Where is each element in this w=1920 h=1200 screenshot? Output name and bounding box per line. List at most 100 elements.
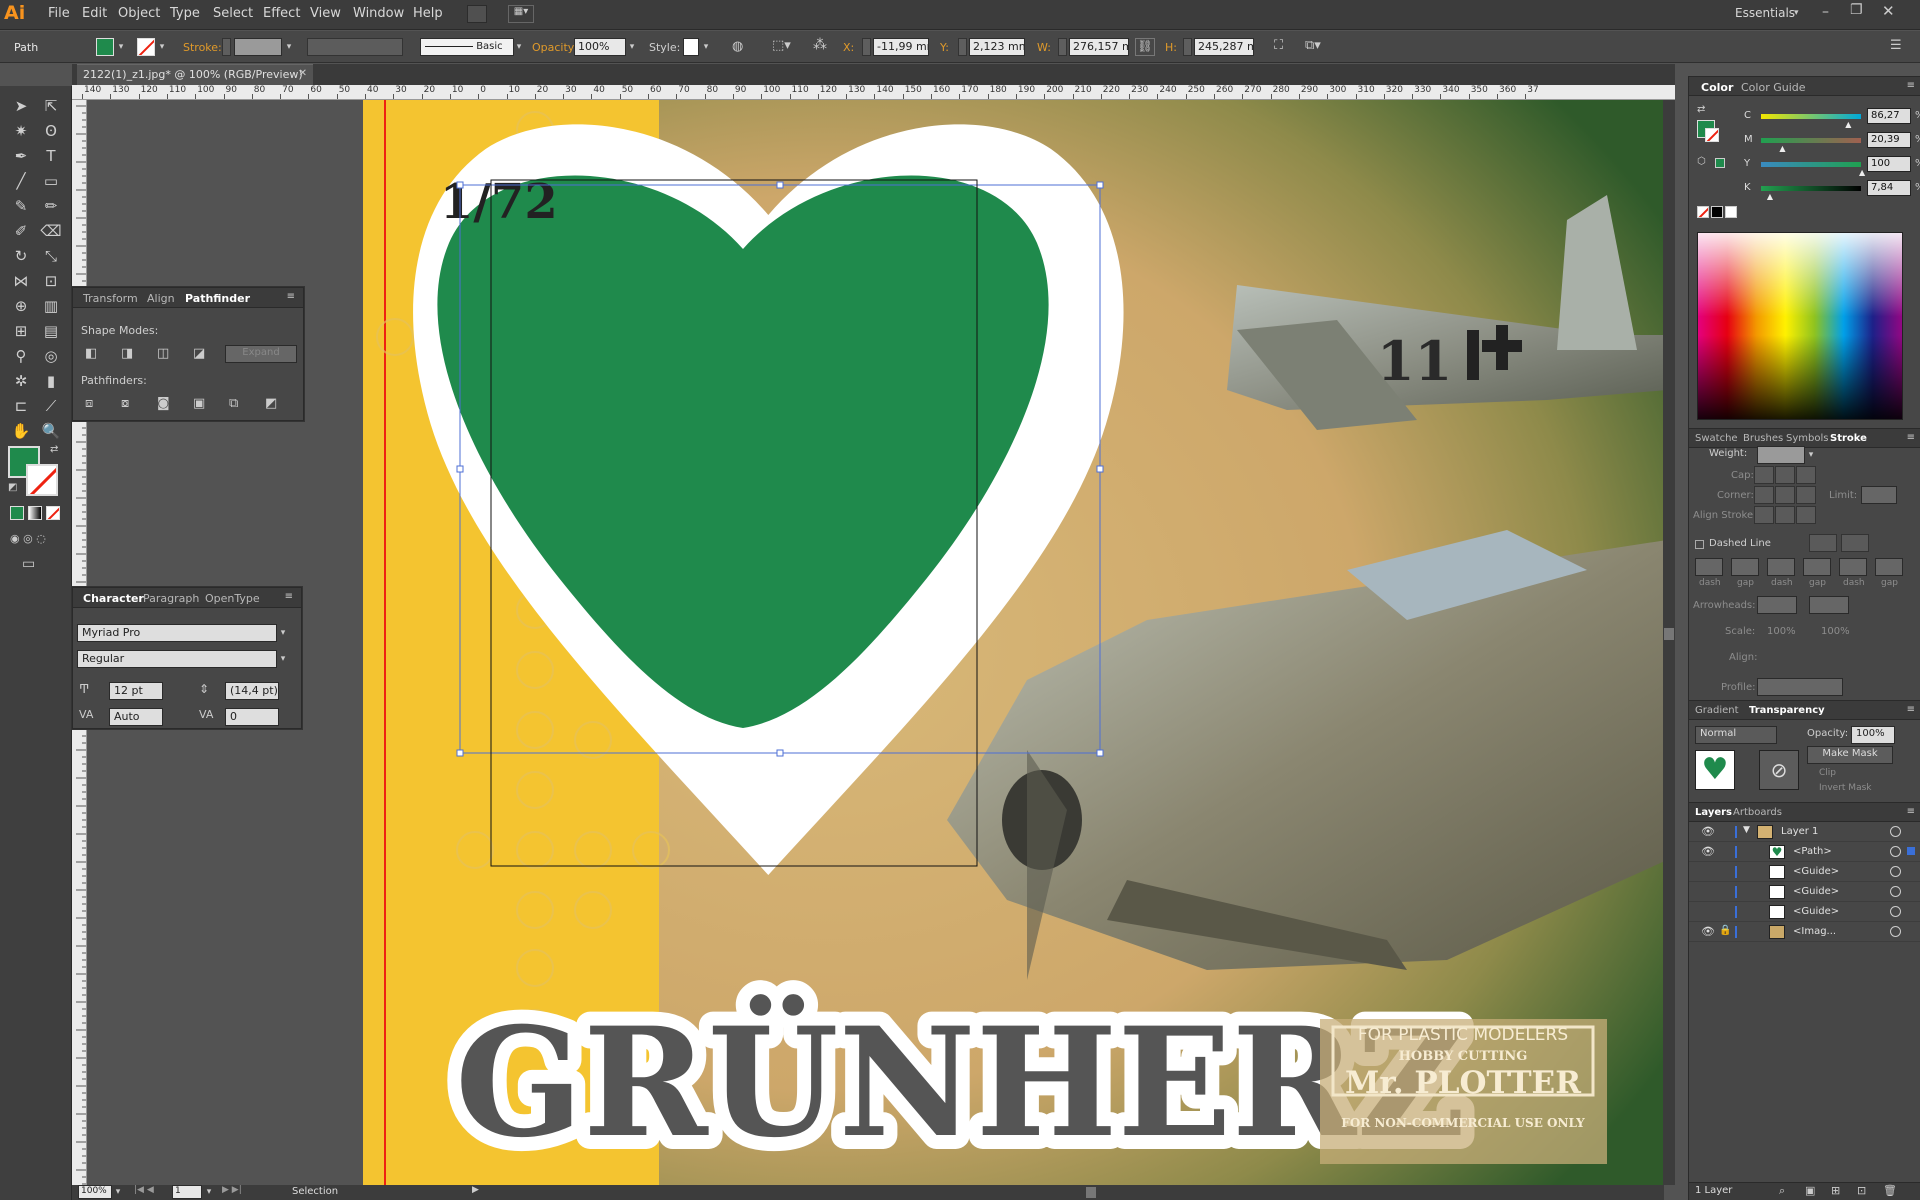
dashed-line-checkbox[interactable] <box>1695 540 1704 549</box>
horizontal-ruler[interactable]: 140 130 120 110 100 90 80 70 60 50 40 30 20 10 0 10 20 30… <box>72 85 1675 100</box>
dash-preserve-icon[interactable] <box>1809 534 1837 552</box>
h-stepper[interactable] <box>1183 38 1192 56</box>
none-mode-icon[interactable] <box>46 506 60 520</box>
font-family-field[interactable]: Myriad Pro <box>77 624 277 642</box>
bridge-icon[interactable] <box>467 5 487 23</box>
arrowhead-end[interactable] <box>1809 596 1849 614</box>
minus-front-icon[interactable]: ◨ <box>121 346 133 361</box>
status-menu-icon[interactable]: ▶ <box>472 1185 479 1195</box>
color-mode-icon[interactable] <box>10 506 24 520</box>
black-slider[interactable] <box>1761 186 1861 191</box>
brush-definition[interactable]: Basic <box>420 38 514 56</box>
make-clipping-mask-icon[interactable]: ▣ <box>1805 1184 1815 1197</box>
column-graph-icon[interactable]: ▮ <box>38 369 64 393</box>
layer-row[interactable]: <Guide> <box>1689 882 1920 902</box>
zoom-tool-icon[interactable]: 🔍 <box>38 419 64 443</box>
weight-field[interactable] <box>1757 446 1805 464</box>
menu-effect[interactable]: Effect <box>263 6 300 21</box>
y-stepper[interactable] <box>958 38 967 56</box>
close-icon[interactable]: ✕ <box>299 68 307 79</box>
eraser-icon[interactable]: ⌫ <box>38 219 64 243</box>
reference-point-icon[interactable]: ⁂ <box>813 37 827 53</box>
crop-icon[interactable]: ▣ <box>193 396 205 411</box>
workspace-switcher[interactable]: Essentials <box>1735 6 1795 20</box>
opacity-field[interactable]: 100% <box>1851 726 1895 744</box>
menu-file[interactable]: File <box>48 6 70 21</box>
arrange-documents-icon[interactable]: ▦▾ <box>508 5 534 23</box>
minus-back-icon[interactable]: ◩ <box>265 396 277 411</box>
target-icon[interactable] <box>1890 826 1901 837</box>
locate-object-icon[interactable]: ⌕ <box>1779 1184 1785 1198</box>
first-artboard-icon[interactable]: |◀ ◀ <box>134 1185 154 1195</box>
y-field[interactable]: 2,123 mm <box>969 38 1025 56</box>
screen-mode-icon[interactable]: ▭ <box>22 556 35 572</box>
chevron-down-icon[interactable]: ▾ <box>700 38 712 56</box>
gap-field-2[interactable] <box>1803 558 1831 576</box>
layer-name[interactable]: Layer 1 <box>1781 826 1818 837</box>
stroke-weight-stepper[interactable] <box>222 38 231 56</box>
divide-icon[interactable]: ⧈ <box>85 396 93 411</box>
type-tool-icon[interactable]: T <box>38 144 64 168</box>
menu-view[interactable]: View <box>310 6 341 21</box>
none-swatch[interactable] <box>1697 206 1709 218</box>
chevron-down-icon[interactable]: ▾ <box>277 650 289 668</box>
artboard-number-field[interactable]: 1 <box>172 1185 202 1199</box>
menu-select[interactable]: Select <box>213 6 253 21</box>
clip-label[interactable]: Clip <box>1819 768 1836 778</box>
layer-row[interactable]: <Guide> <box>1689 902 1920 922</box>
isolate-group-icon[interactable]: ⧉▾ <box>1305 38 1321 53</box>
minimize-icon[interactable]: – <box>1822 4 1829 20</box>
stroke-swatch[interactable] <box>137 38 155 56</box>
disclosure-triangle-icon[interactable]: ▼ <box>1743 825 1750 835</box>
close-icon[interactable]: ✕ <box>1882 2 1895 20</box>
chevron-down-icon[interactable]: ▾ <box>112 1183 124 1200</box>
chevron-down-icon[interactable]: ▾ <box>203 1183 215 1200</box>
layer-name[interactable]: <Imag... <box>1793 926 1836 937</box>
tracking-field[interactable]: 0 <box>225 708 279 726</box>
free-transform-icon[interactable]: ⊡ <box>38 269 64 293</box>
invert-mask-label[interactable]: Invert Mask <box>1819 783 1872 793</box>
make-mask-button[interactable]: Make Mask <box>1807 746 1893 764</box>
font-size-field[interactable]: 12 pt <box>109 682 163 700</box>
scale-value-2[interactable]: 100% <box>1821 626 1850 637</box>
mask-thumbnail-icon[interactable]: ⊘ <box>1759 750 1799 790</box>
default-fill-stroke-icon[interactable]: ◩ <box>8 482 17 493</box>
variable-width-profile[interactable] <box>307 38 403 56</box>
profile-field[interactable] <box>1757 678 1843 696</box>
kerning-field[interactable]: Auto <box>109 708 163 726</box>
scroll-thumb[interactable] <box>1664 628 1674 640</box>
gap-field-3[interactable] <box>1875 558 1903 576</box>
panel-menu-icon[interactable]: ≡ <box>1907 806 1915 817</box>
line-tool-icon[interactable]: ╱ <box>8 169 34 193</box>
out-of-gamut-icon[interactable]: ⬡ <box>1697 156 1706 167</box>
gradient-mode-icon[interactable] <box>28 506 42 520</box>
eye-icon[interactable]: 👁 <box>1701 925 1715 938</box>
rotate-tool-icon[interactable]: ↻ <box>8 244 34 268</box>
target-icon[interactable] <box>1890 886 1901 897</box>
dash-field-3[interactable] <box>1839 558 1867 576</box>
blend-mode-field[interactable]: Normal <box>1695 726 1777 744</box>
gap-field-1[interactable] <box>1731 558 1759 576</box>
scale-value-1[interactable]: 100% <box>1767 626 1796 637</box>
font-style-field[interactable]: Regular <box>77 650 277 668</box>
round-join-icon[interactable] <box>1775 486 1795 504</box>
chevron-down-icon[interactable]: ▾ <box>156 38 168 56</box>
panel-menu-icon[interactable]: ≡ <box>1907 432 1915 443</box>
rectangle-tool-icon[interactable]: ▭ <box>38 169 64 193</box>
slice-tool-icon[interactable]: ⟋ <box>38 394 64 418</box>
symbol-sprayer-icon[interactable]: ✲ <box>8 369 34 393</box>
cyan-slider[interactable] <box>1761 114 1861 119</box>
layer-name[interactable]: <Path> <box>1793 846 1832 857</box>
horizontal-scrollbar[interactable] <box>496 1185 1664 1200</box>
magenta-field[interactable]: 20,39 <box>1867 132 1911 148</box>
exclude-icon[interactable]: ◪ <box>193 346 205 361</box>
butt-cap-icon[interactable] <box>1754 466 1774 484</box>
target-icon[interactable] <box>1890 846 1901 857</box>
panel-menu-icon[interactable]: ≡ <box>1907 80 1915 91</box>
transform-icon[interactable]: ⛶ <box>1274 38 1283 53</box>
slider-handle[interactable]: ▲ <box>1845 120 1851 129</box>
layer-name[interactable]: <Guide> <box>1793 886 1839 897</box>
recolor-artwork-icon[interactable]: ◍ <box>732 39 743 54</box>
tab-brushes[interactable]: Brushes <box>1743 433 1783 444</box>
menu-help[interactable]: Help <box>413 6 443 21</box>
